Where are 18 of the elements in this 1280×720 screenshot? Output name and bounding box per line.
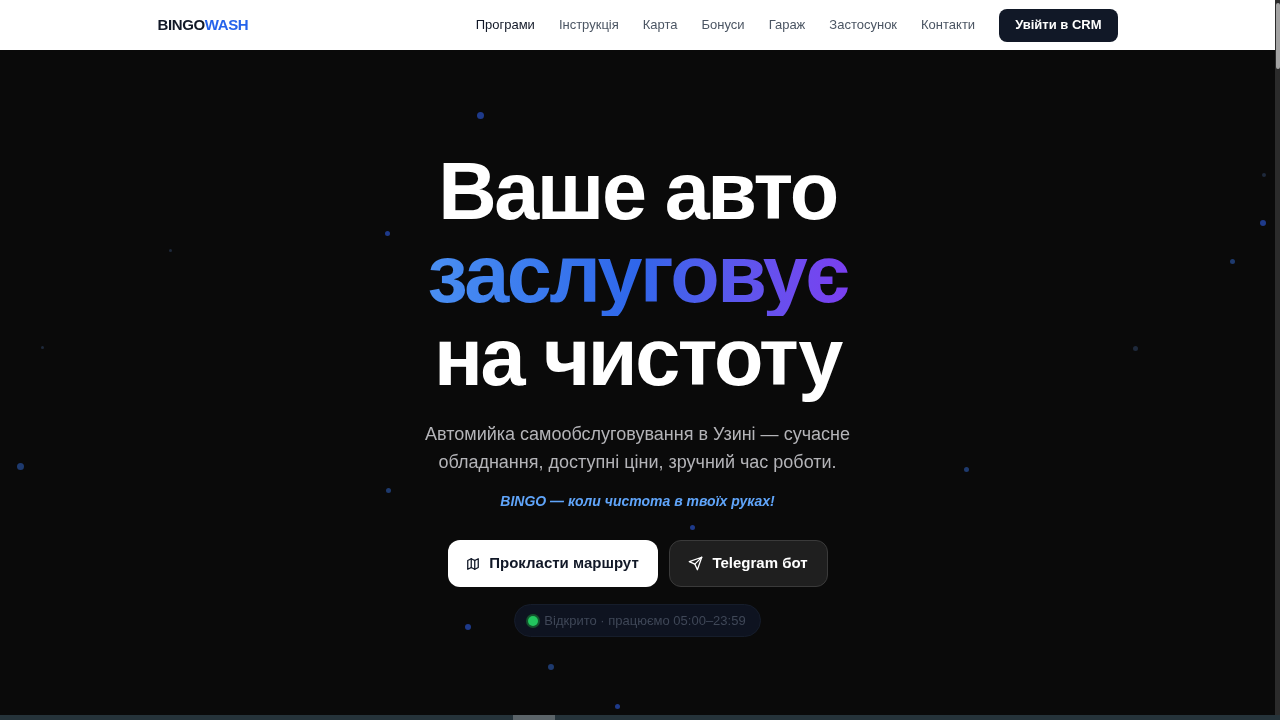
- nav-link[interactable]: Контакти: [921, 15, 976, 35]
- hero-subtitle: Автомийка самообслуговування в Узині — сучасне обладнання, доступні ціни, зручний час роботи.: [424, 423, 851, 474]
- scrollbar[interactable]: [1275, 0, 1280, 715]
- nav-link[interactable]: Гараж: [768, 15, 806, 35]
- horizontal-scrollbar[interactable]: [0, 715, 1280, 720]
- logo[interactable]: BINGOWASH: [157, 13, 249, 37]
- send-icon: [688, 556, 704, 571]
- hero-tagline: BINGO — коли чистота в твоїх руках!: [500, 492, 775, 511]
- crm-login-button[interactable]: Увійти в CRM: [999, 8, 1118, 42]
- map-icon: [466, 556, 481, 571]
- nav-link[interactable]: Бонуси: [701, 15, 745, 35]
- nav-link[interactable]: Програми: [475, 15, 535, 35]
- route-button[interactable]: Прокласти маршрут: [447, 540, 658, 587]
- telegram-button[interactable]: Telegram бот: [668, 540, 828, 587]
- nav-link[interactable]: Застосунок: [829, 15, 898, 35]
- nav-link[interactable]: Карта: [642, 15, 678, 35]
- nav-link[interactable]: Інструкція: [558, 15, 619, 35]
- hero-heading-line: Ваше авто: [438, 150, 837, 233]
